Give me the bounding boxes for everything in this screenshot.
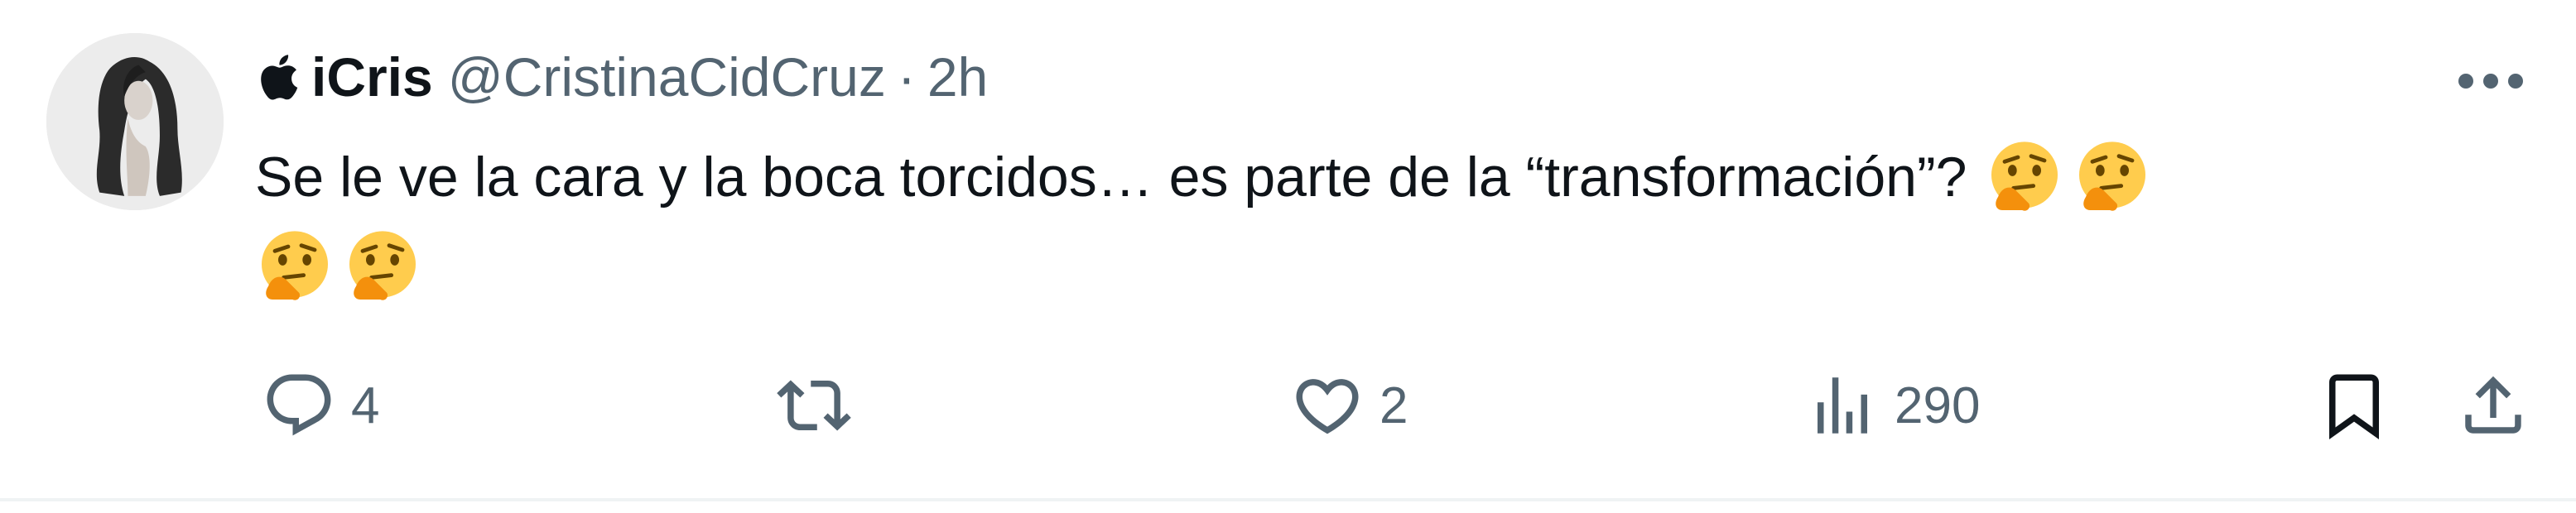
retweet-icon: [777, 368, 851, 443]
separator-dot: ·: [897, 46, 916, 108]
share-icon: [2456, 368, 2530, 443]
bookmark-icon: [2317, 368, 2391, 443]
reply-button[interactable]: 4: [262, 356, 379, 455]
thinking-face-icon: [343, 227, 422, 306]
like-count: 2: [1379, 376, 1408, 434]
bookmark-button[interactable]: [2317, 356, 2391, 455]
avatar[interactable]: [46, 33, 224, 210]
view-count: 290: [1895, 376, 1981, 434]
tweet-text-line-2: [255, 222, 2491, 311]
thinking-face-icon: [2073, 137, 2152, 217]
reply-icon: [262, 368, 336, 443]
tweet-text: Se le ve la cara y la boca torcidos… es …: [255, 132, 2491, 311]
tweet[interactable]: iCris @CristinaCidCruz · 2h Se le ve la …: [0, 0, 2576, 500]
share-button[interactable]: [2456, 356, 2530, 455]
thinking-face-icon: [1985, 137, 2064, 217]
tweet-text-line-1: Se le ve la cara y la boca torcidos… es …: [255, 132, 2491, 222]
apple-icon: [255, 50, 300, 103]
action-bar: 4 2 290: [0, 356, 2576, 455]
heart-icon: [1290, 368, 1365, 443]
avatar-photo: [46, 33, 224, 210]
more-dots-icon: [2458, 74, 2523, 89]
like-button[interactable]: 2: [1290, 356, 1408, 455]
tweet-header: iCris @CristinaCidCruz · 2h: [255, 40, 988, 114]
retweet-button[interactable]: [777, 356, 866, 455]
timestamp[interactable]: 2h: [927, 46, 988, 108]
thinking-face-icon: [255, 227, 335, 306]
display-name[interactable]: iCris: [311, 46, 433, 108]
divider: [0, 498, 2576, 501]
reply-count: 4: [351, 376, 380, 434]
tweet-text-content: Se le ve la cara y la boca torcidos… es …: [255, 146, 1967, 209]
views-button[interactable]: 290: [1805, 356, 1980, 455]
analytics-icon: [1805, 368, 1880, 443]
user-handle[interactable]: @CristinaCidCruz: [448, 46, 886, 108]
more-options-button[interactable]: [2449, 48, 2532, 114]
